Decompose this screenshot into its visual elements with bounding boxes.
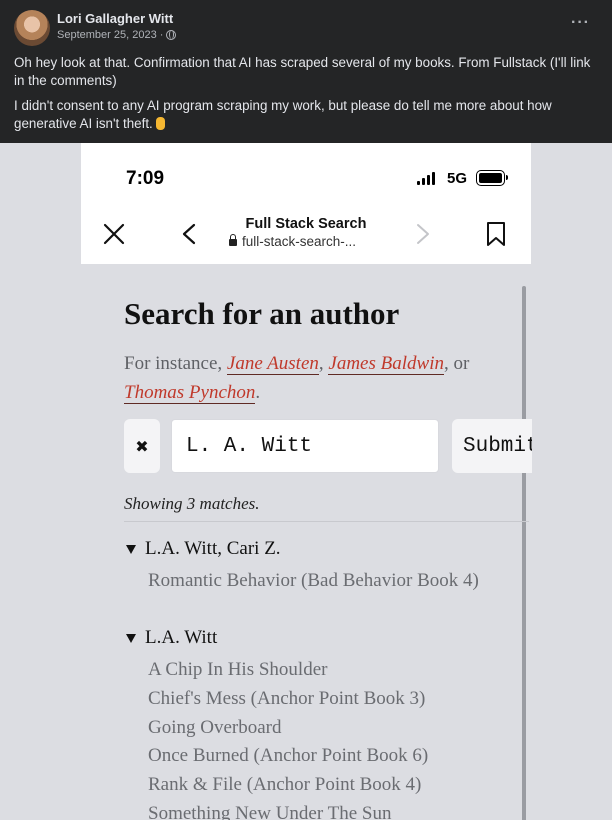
clear-button[interactable]: ✖ [124, 419, 160, 473]
author-search-input[interactable]: L. A. Witt [171, 419, 439, 473]
author-group-toggle[interactable]: L.A. Witt, Cari Z. [124, 538, 524, 560]
post-date[interactable]: September 25, 2023 · [57, 29, 163, 41]
book-list: Romantic Behavior (Bad Behavior Book 4) [124, 567, 524, 596]
book-item: Once Burned (Anchor Point Book 6) [148, 745, 429, 767]
back-chevron-icon[interactable] [181, 223, 197, 245]
more-options-icon[interactable]: ··· [571, 14, 590, 32]
author-group: L.A. Witt A Chip In His Shoulder Chief's… [124, 627, 524, 820]
globe-icon [166, 30, 177, 40]
post-paragraph-1: Oh hey look at that. Confirmation that A… [14, 55, 591, 88]
signal-icon [417, 172, 435, 185]
battery-icon [476, 170, 508, 186]
author-group: L.A. Witt, Cari Z. Romantic Behavior (Ba… [124, 538, 524, 596]
author-group-name: L.A. Witt, Cari Z. [145, 538, 281, 559]
separator: , [318, 353, 324, 374]
book-item: Going Overboard [148, 716, 282, 738]
post-paragraph-2: I didn't consent to any AI program scrap… [14, 97, 600, 133]
separator: . [255, 382, 261, 403]
search-heading: Search for an author [124, 296, 400, 331]
post-paragraph-2-text: I didn't consent to any AI program scrap… [14, 98, 552, 131]
disclosure-triangle-icon[interactable] [126, 633, 136, 643]
forward-chevron-icon[interactable] [415, 223, 431, 245]
submit-button[interactable]: Submit [452, 419, 532, 473]
lock-icon [229, 234, 237, 246]
post-meta: September 25, 2023 · [57, 29, 177, 41]
book-item: Chief's Mess (Anchor Point Book 3) [148, 687, 426, 709]
author-avatar[interactable] [14, 10, 50, 46]
network-type: 5G [447, 170, 468, 187]
book-item: Romantic Behavior (Bad Behavior Book 4) [148, 570, 479, 591]
separator: , or [443, 353, 470, 374]
book-item: A Chip In His Shoulder [148, 659, 328, 680]
disclosure-triangle-icon[interactable] [126, 544, 136, 554]
bookmark-icon[interactable] [485, 221, 507, 247]
url-bar[interactable]: full-stack-search-... [229, 234, 399, 249]
phone-screenshot[interactable]: 7:09 5G Full Stack Search full-stack-sea… [0, 143, 612, 820]
example-link-baldwin[interactable]: James Baldwin [328, 353, 444, 375]
match-count: Showing 3 matches. [124, 494, 260, 513]
book-item: Rank & File (Anchor Point Book 4) [148, 774, 422, 796]
close-icon[interactable] [103, 223, 125, 245]
browser-header: 7:09 5G Full Stack Search full-stack-sea… [81, 143, 531, 264]
instance-prefix: For instance, [124, 353, 223, 374]
book-list: A Chip In His Shoulder Chief's Mess (Anc… [124, 656, 524, 820]
status-time: 7:09 [126, 168, 165, 189]
middle-finger-emoji-icon [155, 117, 165, 130]
url-text: full-stack-search-... [242, 234, 357, 249]
instance-examples: For instance, Jane Austen, James Baldwin… [124, 349, 524, 407]
book-item: Something New Under The Sun [148, 802, 392, 820]
author-group-toggle[interactable]: L.A. Witt [124, 627, 524, 649]
facebook-post: Lori Gallagher Witt September 25, 2023 ·… [0, 0, 612, 143]
example-link-austen[interactable]: Jane Austen [226, 353, 319, 375]
author-group-name: L.A. Witt [145, 627, 218, 648]
example-link-pynchon[interactable]: Thomas Pynchon [124, 382, 256, 404]
post-author[interactable]: Lori Gallagher Witt [57, 11, 173, 26]
divider [124, 521, 529, 522]
page-title: Full Stack Search [245, 216, 367, 232]
